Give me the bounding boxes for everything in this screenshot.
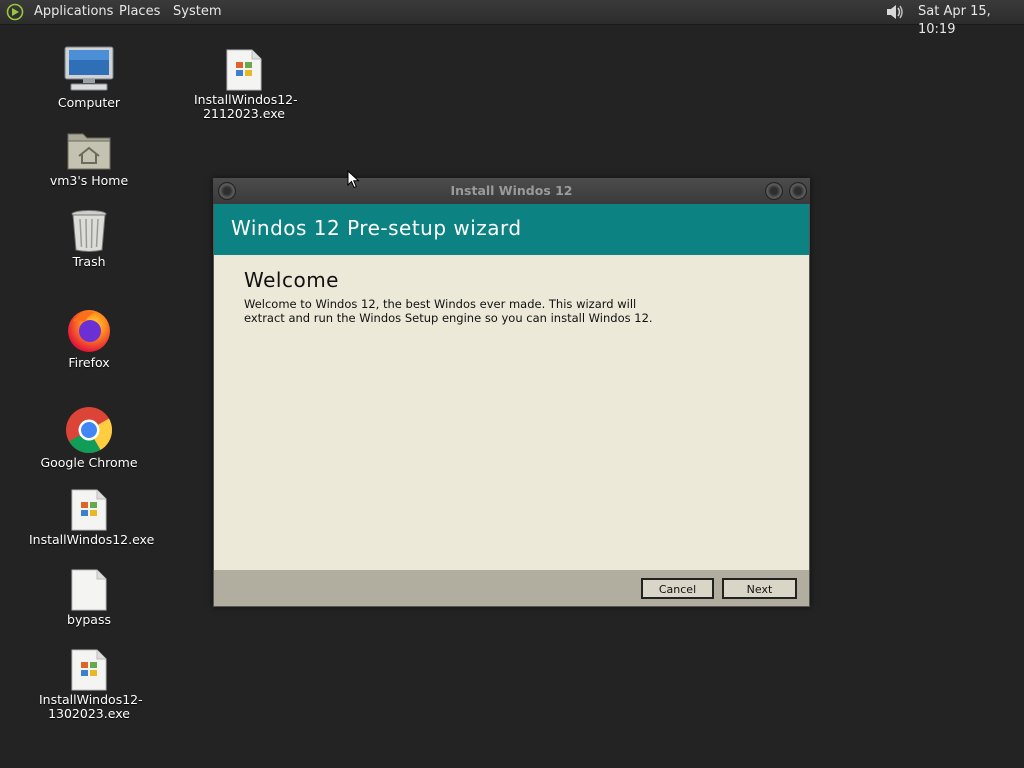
wizard-footer: Cancel Next: [214, 570, 809, 606]
desktop-icon-home[interactable]: vm3's Home: [29, 128, 149, 188]
desktop-icon-installwindos12[interactable]: InstallWindos12.exe: [29, 489, 155, 547]
desktop-icon-chrome[interactable]: Google Chrome: [29, 406, 149, 470]
welcome-heading: Welcome: [244, 268, 339, 292]
desktop-icon-label: Trash: [72, 254, 106, 269]
wizard-body: Welcome Welcome to Windos 12, the best W…: [214, 255, 809, 570]
desktop-icon-label: Firefox: [68, 355, 110, 370]
desktop-icon-label: vm3's Home: [49, 173, 129, 188]
window-title: Install Windos 12: [450, 183, 573, 198]
installer-window: Install Windos 12 Windos 12 Pre-setup wi…: [213, 178, 810, 607]
menu-places[interactable]: Places: [119, 3, 160, 21]
menu-system[interactable]: System: [173, 3, 221, 21]
firefox-icon: [68, 310, 110, 352]
blank-file-icon: [71, 569, 107, 611]
chrome-icon: [66, 407, 113, 453]
wizard-header: Windos 12 Pre-setup wizard: [214, 204, 809, 255]
exe-file-icon: [71, 489, 107, 531]
home-folder-icon: [67, 133, 111, 170]
minimize-button[interactable]: [765, 182, 783, 200]
desktop-icon-computer[interactable]: Computer: [29, 46, 149, 110]
desktop-icon-label: InstallWindos12.exe: [29, 532, 155, 547]
wizard-title: Windos 12 Pre-setup wizard: [231, 216, 522, 240]
mouse-cursor-icon: [347, 170, 360, 189]
menu-applications[interactable]: Applications: [34, 3, 113, 21]
top-panel: Applications Places System Sat Apr 15, 1…: [0, 0, 1024, 37]
desktop-icon-label: Google Chrome: [40, 455, 138, 470]
desktop-icon-installwindos12-1302023[interactable]: InstallWindos12-1302023.exe: [29, 649, 149, 721]
volume-icon[interactable]: [884, 2, 906, 22]
distro-logo-icon[interactable]: [6, 3, 24, 21]
desktop-icon-label: InstallWindos12-1302023.exe: [39, 692, 143, 721]
welcome-text: Welcome to Windos 12, the best Windos ev…: [244, 297, 653, 325]
cancel-button[interactable]: Cancel: [641, 578, 714, 599]
window-titlebar[interactable]: Install Windos 12: [213, 178, 810, 204]
desktop-icon-label: Computer: [57, 95, 121, 110]
next-button[interactable]: Next: [722, 578, 797, 599]
close-button[interactable]: [789, 182, 807, 200]
desktop-icon-trash[interactable]: Trash: [29, 209, 149, 269]
trash-icon: [71, 210, 107, 252]
exe-file-icon: [71, 649, 107, 691]
desktop-icon-bypass[interactable]: bypass: [29, 569, 149, 627]
clock[interactable]: Sat Apr 15, 10:19: [918, 3, 1024, 39]
desktop-icon-installwindos12-2112023[interactable]: InstallWindos12-2112023.exe: [184, 49, 304, 121]
desktop-icon-firefox[interactable]: Firefox: [29, 306, 149, 370]
desktop-icon-label: InstallWindos12-2112023.exe: [194, 92, 298, 121]
desktop-icon-label: bypass: [67, 612, 111, 627]
exe-file-icon: [226, 49, 262, 91]
computer-icon: [64, 46, 114, 91]
